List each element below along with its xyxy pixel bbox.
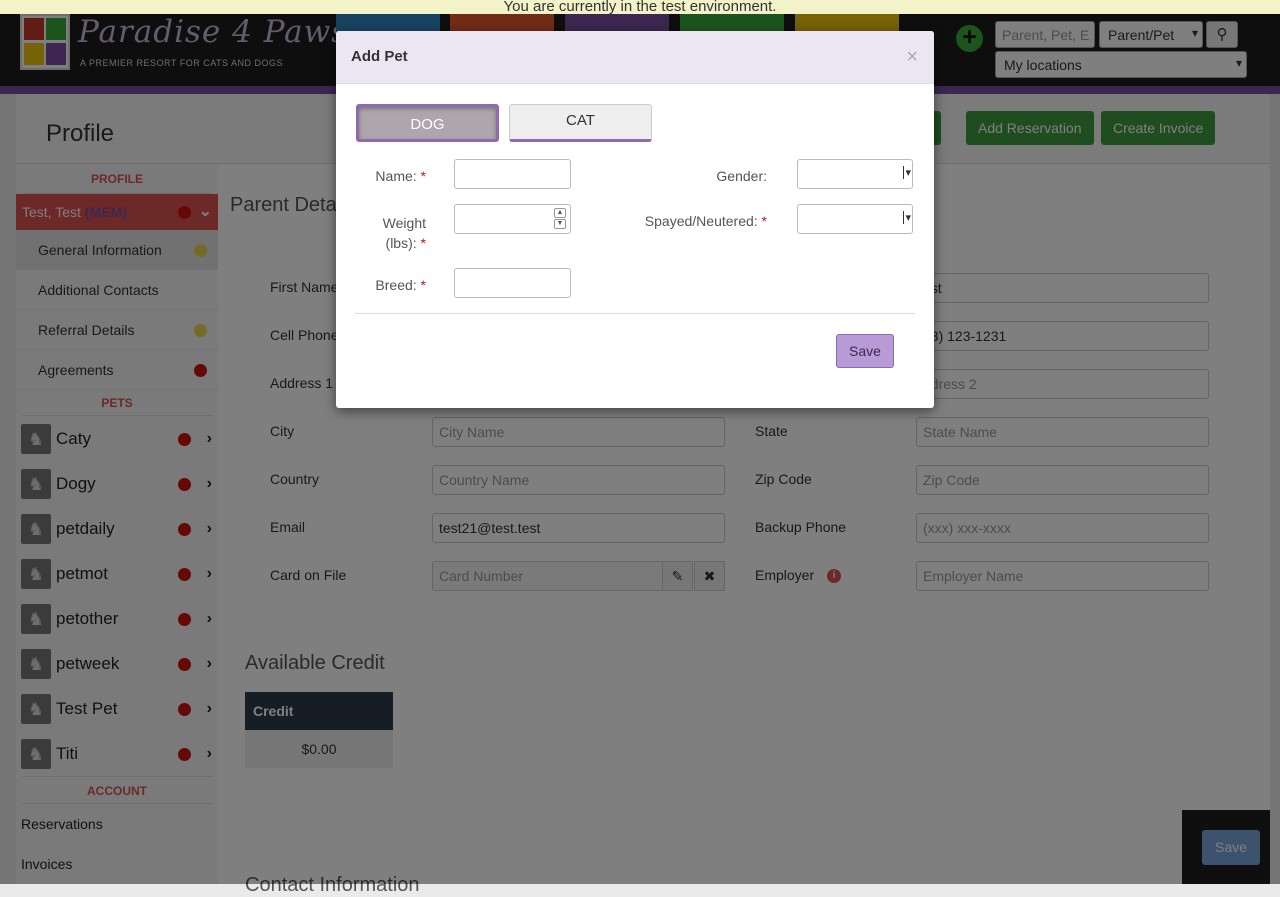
dog-type-button[interactable]: DOG (356, 104, 499, 142)
breed-label: Breed: * (375, 277, 426, 293)
gender-label: Gender: (716, 168, 767, 184)
environment-banner: You are currently in the test environmen… (0, 0, 1280, 14)
stepper-arrows-icon[interactable]: ▲ ▼ (554, 208, 566, 230)
cat-type-button[interactable]: CAT (509, 104, 652, 142)
gender-select[interactable] (797, 159, 913, 189)
weight-stepper[interactable]: ▲ ▼ (454, 204, 571, 234)
modal-title: Add Pet (351, 48, 408, 65)
spayed-neutered-select[interactable] (797, 204, 913, 234)
modal-divider (355, 313, 915, 314)
weight-label: Weight (lbs): * (382, 215, 426, 251)
save-pet-button[interactable]: Save (836, 334, 894, 368)
close-icon[interactable]: × (906, 47, 918, 67)
add-pet-modal: Add Pet × DOG CAT Name: * Weight (lbs): *… (336, 31, 934, 408)
pet-name-field[interactable] (454, 159, 571, 189)
modal-header: Add Pet × (336, 31, 934, 84)
breed-field[interactable] (454, 268, 571, 298)
spayed-neutered-label: Spayed/Neutered: * (644, 213, 767, 229)
pet-name-label: Name: * (375, 168, 426, 184)
